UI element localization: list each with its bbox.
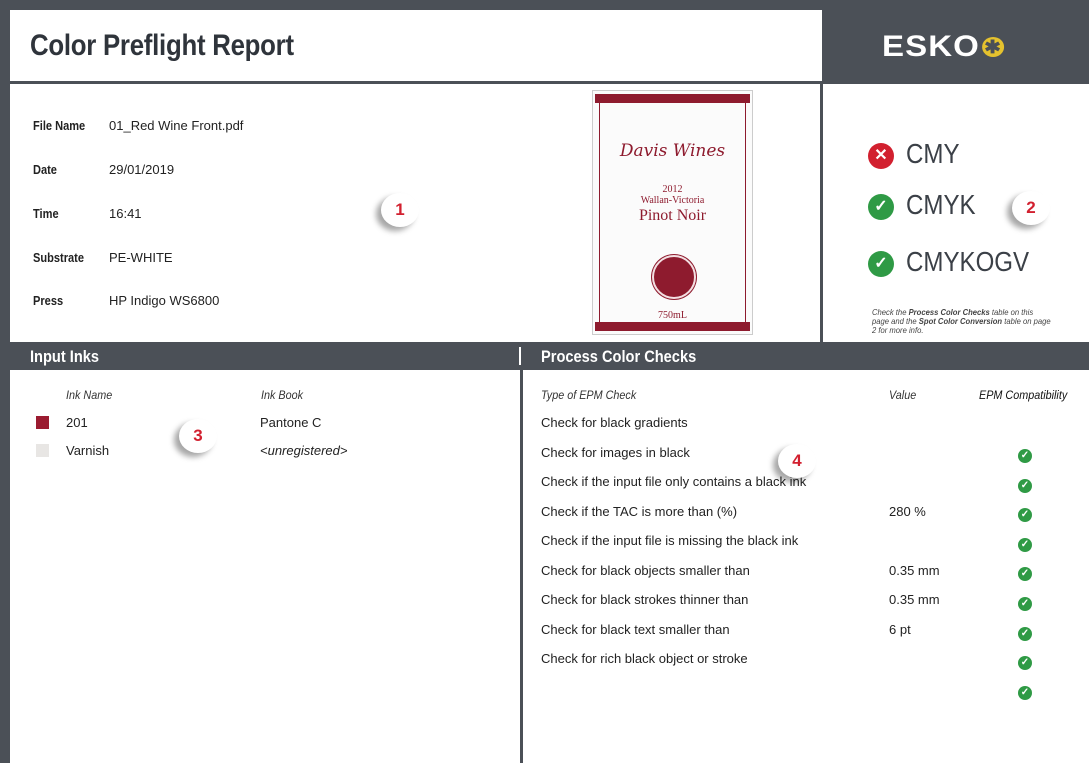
ink-book: Pantone C (260, 415, 322, 430)
ink-swatch (36, 416, 49, 429)
note-bold: Spot Color Conversion (918, 316, 1003, 326)
label-seal-icon (652, 255, 696, 299)
ink-book: <unregistered> (260, 443, 348, 458)
logo-panel: ESKO ✱ (822, 10, 1089, 84)
check-icon: ✓ (1018, 656, 1032, 670)
check-icon: ✓ (1018, 686, 1032, 700)
compat-divider (820, 84, 823, 342)
check-value: 0.35 mm (889, 592, 940, 607)
ink-swatch (36, 444, 49, 457)
label-volume: 750mL (658, 310, 687, 321)
check-name: Check for rich black object or stroke (541, 651, 748, 666)
check-icon: ✓ (1018, 627, 1032, 641)
check-name: Check if the input file only contains a … (541, 474, 807, 489)
input-inks-title: Input Inks (30, 347, 100, 366)
file-info-value: PE-WHITE (109, 250, 173, 265)
report-title: Color Preflight Report (30, 29, 294, 62)
check-icon: ✓ (868, 251, 894, 277)
file-info-label: Press (33, 293, 64, 308)
check-row: Check if the input file is missing the b… (541, 533, 1089, 555)
check-value: 6 pt (889, 622, 911, 637)
asterisk-icon: ✱ (982, 37, 1005, 57)
label-preview-image: Davis Wines 2012 Wallan-Victoria Pinot N… (592, 90, 753, 335)
check-name: Check for black text smaller than (541, 622, 730, 637)
label-year: 2012 (662, 184, 683, 195)
check-icon: ✓ (1018, 479, 1032, 493)
check-name: Check for black objects smaller than (541, 563, 750, 578)
check-icon: ✓ (1018, 449, 1032, 463)
file-info-value: 16:41 (109, 206, 142, 221)
label-region: Wallan-Victoria (640, 195, 705, 206)
file-info-value: 29/01/2019 (109, 162, 175, 177)
check-row: Check if the input file only contains a … (541, 474, 1089, 496)
check-value-header: Value (889, 388, 917, 402)
compat-label: CMY (906, 138, 960, 169)
compat-label: CMYK (906, 189, 976, 220)
ink-name-header: Ink Name (66, 388, 113, 402)
check-icon: ✓ (1018, 597, 1032, 611)
check-icon: ✓ (1018, 508, 1032, 522)
check-type-header: Type of EPM Check (541, 388, 637, 402)
section-divider (519, 347, 521, 365)
check-icon: ✓ (1018, 538, 1032, 552)
file-info-label: Date (33, 162, 57, 177)
compat-label: CMYKOGV (906, 246, 1030, 277)
check-name: Check for black strokes thinner than (541, 592, 749, 607)
report-header: Color Preflight Report (10, 10, 822, 81)
check-value: 280 % (889, 504, 926, 519)
check-row: Check if the TAC is more than (%) 280 % (541, 504, 1089, 526)
file-info-label: File Name (33, 118, 86, 133)
file-info-value: HP Indigo WS6800 (109, 293, 220, 308)
x-icon: ✕ (868, 143, 894, 169)
file-info-value: 01_Red Wine Front.pdf (109, 118, 244, 133)
header-divider (10, 81, 822, 84)
callout-badge: 3 (179, 419, 217, 453)
label-top-band (595, 94, 750, 103)
label-bottom-band (595, 322, 750, 331)
callout-badge: 2 (1012, 191, 1050, 225)
check-name: Check if the input file is missing the b… (541, 533, 799, 548)
label-brand: Davis Wines (619, 141, 726, 161)
column-divider (520, 370, 523, 763)
callout-badge: 4 (778, 444, 816, 478)
label-variety: Pinot Noir (638, 207, 707, 224)
check-compat-header: EPM Compatibility (979, 388, 1068, 402)
ink-book-header: Ink Book (261, 388, 304, 402)
check-row: Check for black gradients (541, 415, 1089, 437)
process-checks-title: Process Color Checks (541, 347, 697, 366)
callout-badge: 1 (381, 193, 419, 227)
check-name: Check for images in black (541, 445, 690, 460)
check-name: Check if the TAC is more than (%) (541, 504, 738, 519)
check-name: Check for black gradients (541, 415, 688, 430)
check-icon: ✓ (1018, 567, 1032, 581)
file-info-label: Time (33, 206, 59, 221)
check-row: Check for black objects smaller than 0.35… (541, 563, 1089, 585)
check-row: Check for rich black object or stroke (541, 651, 1089, 673)
ink-name: Varnish (66, 443, 110, 458)
compatibility-note: Check the Process Color Checks table on … (872, 308, 1052, 335)
check-row: Check for black text smaller than 6 pt (541, 622, 1089, 644)
report-frame (0, 0, 1089, 763)
ink-name: 201 (66, 415, 88, 430)
file-info-label: Substrate (33, 250, 84, 265)
logo-text: ESKO (882, 30, 980, 63)
check-value: 0.35 mm (889, 563, 940, 578)
esko-logo: ESKO ✱ (882, 30, 1005, 64)
check-row: Check for black strokes thinner than 0.35… (541, 592, 1089, 614)
check-icon: ✓ (868, 194, 894, 220)
